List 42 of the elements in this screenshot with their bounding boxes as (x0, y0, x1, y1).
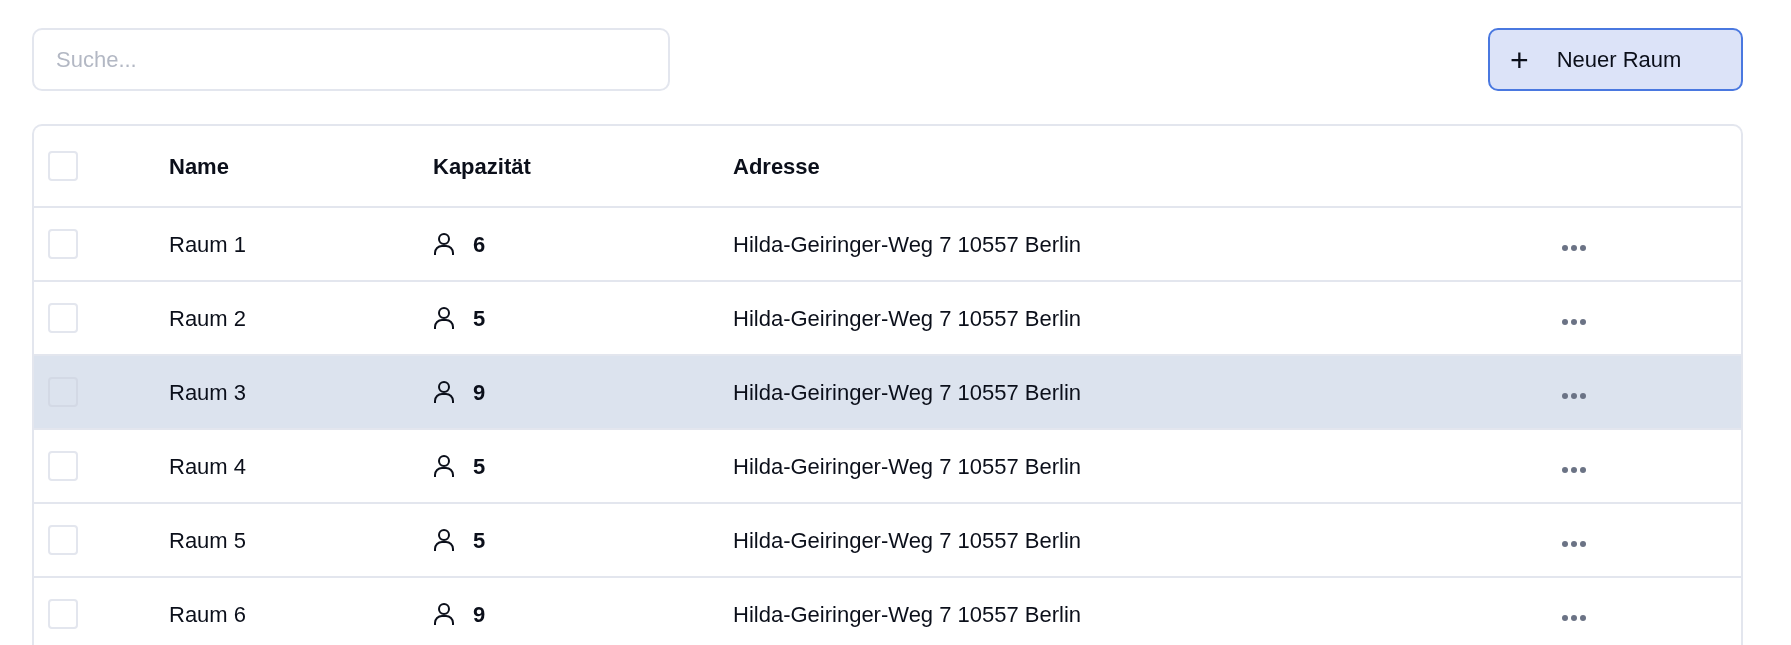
person-icon (433, 232, 455, 256)
checkbox[interactable] (48, 229, 78, 259)
person-icon (433, 602, 455, 626)
capacity-value: 6 (473, 230, 486, 259)
room-name: Raum 1 (169, 231, 247, 257)
more-options-icon[interactable] (1561, 465, 1587, 474)
address-text: Hilda-Geiringer-Weg 7 10557 Berlin (733, 601, 1082, 627)
checkbox[interactable] (48, 599, 78, 629)
capacity-value: 9 (473, 600, 486, 629)
checkbox[interactable] (48, 451, 78, 481)
more-options-icon[interactable] (1561, 391, 1587, 400)
room-name: Raum 5 (169, 527, 247, 553)
capacity-value: 5 (473, 452, 486, 481)
address-text: Hilda-Geiringer-Weg 7 10557 Berlin (733, 305, 1082, 331)
address-text: Hilda-Geiringer-Weg 7 10557 Berlin (733, 231, 1082, 257)
capacity-value: 5 (473, 304, 486, 333)
column-header: Kapazität (433, 152, 531, 181)
room-name: Raum 2 (169, 305, 247, 331)
more-options-icon[interactable] (1561, 539, 1587, 548)
person-icon (433, 380, 455, 404)
capacity-value: 9 (473, 378, 486, 407)
new-room-button[interactable]: + Neuer Raum (1488, 28, 1743, 91)
person-icon (433, 306, 455, 330)
more-options-icon[interactable] (1561, 317, 1587, 326)
room-name: Raum 4 (169, 453, 247, 479)
person-icon (433, 528, 455, 552)
search-field[interactable]: Suche... (32, 28, 670, 91)
room-name: Raum 3 (169, 379, 247, 405)
address-text: Hilda-Geiringer-Weg 7 10557 Berlin (733, 453, 1082, 479)
checkbox[interactable] (48, 303, 78, 333)
checkbox[interactable] (48, 525, 78, 555)
address-text: Hilda-Geiringer-Weg 7 10557 Berlin (733, 379, 1082, 405)
checkbox[interactable] (48, 151, 78, 181)
column-header: Name (169, 153, 229, 179)
address-text: Hilda-Geiringer-Weg 7 10557 Berlin (733, 527, 1082, 553)
more-options-icon[interactable] (1561, 243, 1587, 252)
more-options-icon[interactable] (1561, 613, 1587, 622)
person-icon (433, 454, 455, 478)
column-header: Adresse (733, 153, 820, 179)
highlighted-row[interactable]: Raum 3 9 Hilda-Geiringer-Weg 7 10557 Berlin (34, 354, 1741, 428)
room-name: Raum 6 (169, 601, 247, 627)
capacity-value: 5 (473, 526, 486, 555)
